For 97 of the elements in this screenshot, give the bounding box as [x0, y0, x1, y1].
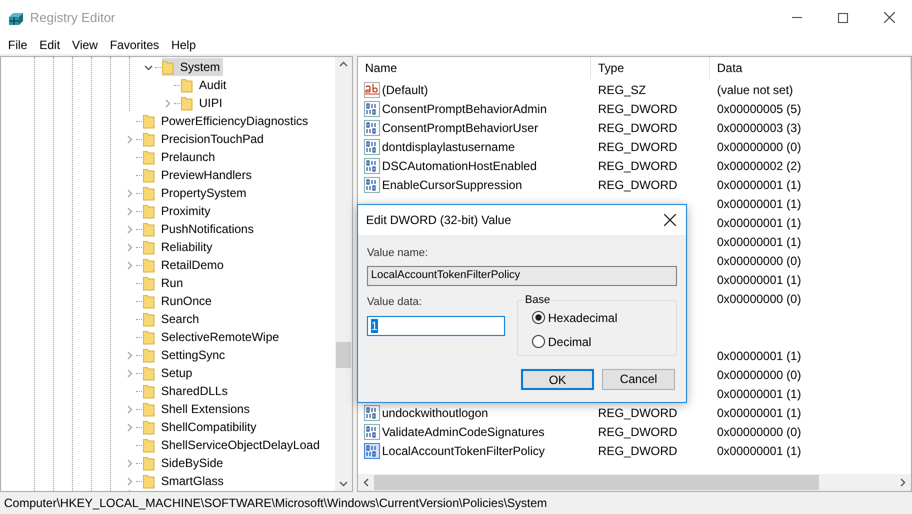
folder-icon	[143, 348, 155, 362]
value-name[interactable]: dontdisplaylastusername	[382, 138, 515, 156]
value-name[interactable]: ValidateAdminCodeSignatures	[382, 422, 545, 440]
dialog-button[interactable]: Cancel	[602, 368, 675, 390]
value-data: 0x00000001 (1)	[717, 442, 802, 460]
value-type: REG_DWORD	[598, 100, 678, 118]
folder-icon	[143, 402, 155, 416]
column-header[interactable]: Name	[365, 59, 398, 77]
folder-icon	[143, 114, 155, 128]
value-type: REG_DWORD	[598, 158, 678, 174]
menu-item[interactable]: View	[66, 35, 104, 54]
value-data: 0x00000001 (1)	[717, 404, 802, 422]
folder-icon	[143, 384, 155, 398]
folder-icon	[143, 294, 155, 308]
radio-button[interactable]	[532, 311, 545, 324]
folder-icon	[162, 60, 174, 74]
folder-icon	[143, 168, 155, 182]
field-label: Value name:	[367, 246, 429, 261]
scroll-up-icon[interactable]	[339, 61, 348, 67]
folder-icon	[143, 186, 155, 200]
value-data: 0x00000002 (2)	[717, 158, 802, 174]
folder-icon	[143, 204, 155, 218]
folder-icon	[143, 312, 155, 326]
folder-icon	[143, 474, 155, 488]
status-bar-path: Computer\HKEY_LOCAL_MACHINE\SOFTWARE\Microsoft\Windows\CurrentVersion\Policies\System	[4, 495, 548, 512]
scroll-left-icon[interactable]	[363, 478, 369, 487]
scrollbar-thumb[interactable]	[336, 342, 351, 368]
folder-icon	[143, 240, 155, 254]
value-name[interactable]: (Default)	[382, 80, 428, 98]
scroll-right-icon[interactable]	[900, 478, 906, 487]
value-data: 0x00000001 (1)	[717, 176, 802, 194]
value-data: 0x00000005 (5)	[717, 100, 802, 118]
value-name-field[interactable]: LocalAccountTokenFilterPolicy	[367, 266, 677, 286]
value-name[interactable]: ConsentPromptBehaviorAdmin	[382, 100, 547, 118]
scroll-down-icon[interactable]	[339, 481, 348, 487]
folder-icon	[143, 438, 155, 452]
value-type: REG_DWORD	[598, 442, 678, 460]
folder-icon	[143, 420, 155, 434]
value-data: 0x00000000 (0)	[717, 424, 802, 440]
value-data: 0x00000001 (1)	[717, 234, 802, 250]
horizontal-scrollbar[interactable]	[358, 474, 911, 491]
folder-icon	[143, 330, 155, 344]
value-data: 0x00000000 (0)	[717, 366, 802, 384]
window-title: Registry Editor	[30, 8, 116, 27]
close-icon	[664, 214, 676, 226]
folder-icon	[143, 276, 155, 290]
field-label: Value data:	[367, 294, 423, 310]
value-name[interactable]: ConsentPromptBehaviorUser	[382, 118, 538, 136]
value-type: REG_DWORD	[598, 120, 678, 136]
vertical-scrollbar[interactable]	[335, 57, 352, 491]
scrollbar-thumb[interactable]	[374, 475, 819, 490]
dialog-title: Edit DWORD (32-bit) Value	[366, 212, 512, 229]
value-data: 0x00000001 (1)	[717, 348, 802, 364]
value-name[interactable]: DSCAutomationHostEnabled	[382, 156, 537, 174]
folder-icon	[143, 132, 155, 146]
folder-icon	[181, 78, 193, 92]
menu-item[interactable]: Favorites	[104, 35, 166, 54]
close-icon	[884, 12, 894, 23]
value-data: 0x00000000 (0)	[717, 252, 802, 270]
value-data: 0x00000001 (1)	[717, 386, 802, 402]
column-header[interactable]: Data	[717, 59, 742, 77]
menu-item[interactable]: Edit	[33, 35, 66, 54]
maximize-icon	[838, 12, 848, 22]
value-type: REG_DWORD	[598, 176, 678, 194]
value-data: 0x00000000 (0)	[717, 290, 802, 308]
value-type: REG_SZ	[598, 82, 646, 98]
close-button[interactable]	[662, 212, 678, 228]
folder-icon	[181, 96, 193, 110]
value-data-field[interactable]: 1	[367, 316, 505, 336]
folder-icon	[143, 456, 155, 470]
value-type: REG_DWORD	[598, 138, 678, 156]
value-data: 0x00000001 (1)	[717, 196, 802, 212]
value-data: 0x00000001 (1)	[717, 214, 802, 232]
minimize-icon	[792, 17, 802, 18]
value-data: (value not set)	[717, 82, 794, 98]
radio-option[interactable]: Decimal	[532, 332, 676, 350]
column-header[interactable]: Type	[598, 59, 624, 77]
menu-item[interactable]: File	[2, 35, 34, 54]
radio-option[interactable]: Hexadecimal	[532, 308, 676, 326]
expand-chevron-icon[interactable]	[164, 98, 170, 108]
value-type: REG_DWORD	[598, 404, 678, 422]
value-name[interactable]: EnableCursorSuppression	[382, 176, 522, 194]
expand-chevron-icon[interactable]	[126, 134, 132, 144]
folder-icon	[143, 222, 155, 236]
value-data: 0x00000000 (0)	[717, 138, 802, 156]
value-name[interactable]: LocalAccountTokenFilterPolicy	[382, 442, 545, 460]
default-button[interactable]: OK	[521, 368, 594, 390]
value-data: 0x00000001 (1)	[717, 272, 802, 288]
radio-button[interactable]	[532, 335, 545, 348]
collapse-chevron-icon[interactable]	[144, 64, 152, 70]
folder-icon	[143, 258, 155, 272]
folder-icon	[143, 150, 155, 164]
menu-item[interactable]: Help	[165, 35, 202, 54]
value-data: 0x00000003 (3)	[717, 120, 802, 136]
folder-icon	[143, 366, 155, 380]
value-name[interactable]: undockwithoutlogon	[382, 404, 488, 422]
value-type: REG_DWORD	[598, 424, 678, 440]
